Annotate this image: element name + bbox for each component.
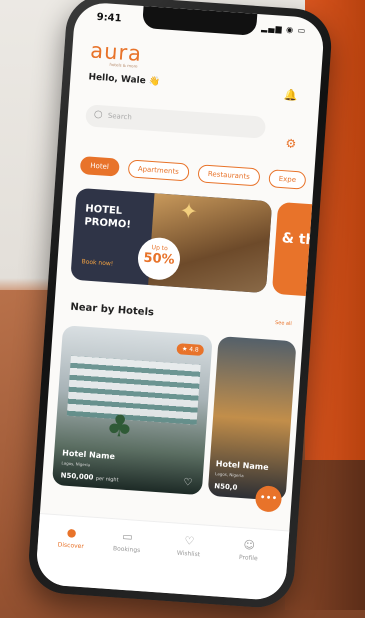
chip-restaurants[interactable]: Restaurants <box>197 164 261 187</box>
tab-discover[interactable]: ● Discover <box>46 525 97 551</box>
hotel-card-1[interactable]: ♣ ★ 4.8 Hotel Name Lagos, Nigeria N50,00… <box>51 325 213 496</box>
search-icon: ○ <box>93 108 104 121</box>
chip-apartments[interactable]: Apartments <box>127 159 190 182</box>
search-input[interactable]: ○ Search <box>85 104 267 139</box>
tab-wishlist[interactable]: ♡ Wishlist <box>163 533 214 559</box>
category-chips: Hotel Apartments Restaurants Expe <box>79 152 311 190</box>
phone-device: 9:41 ▂▄▆ ◉ ▭ aura hotels & more Hello, W… <box>26 0 334 610</box>
user-icon: ☺ <box>243 538 256 553</box>
tab-bookings[interactable]: ▭ Bookings <box>101 528 152 554</box>
heart-icon[interactable]: ♡ <box>183 477 193 489</box>
tab-label: Discover <box>57 541 85 551</box>
promo-banner[interactable]: ✦ HOTEL PROMO! Book now! Up to 50% <box>70 187 273 294</box>
hotel-price: N50,0 <box>213 482 238 492</box>
hotel-name: Hotel Name <box>215 459 269 472</box>
nearby-title: Near by Hotels <box>70 301 155 319</box>
see-all-link[interactable]: See all <box>275 320 292 327</box>
tab-label: Profile <box>238 554 258 563</box>
status-icons: ▂▄▆ ◉ ▭ <box>260 23 307 36</box>
promo-book-link[interactable]: Book now! <box>81 258 113 267</box>
tab-label: Wishlist <box>176 549 201 559</box>
hotel-price: N50,000 per night <box>60 471 118 483</box>
greeting-text: Hello, Wale 👋 <box>88 72 161 88</box>
price-unit: per night <box>95 475 119 484</box>
status-time: 9:41 <box>96 11 122 25</box>
ticket-icon: ▭ <box>121 529 134 544</box>
palm-tree-icon: ♣ <box>104 408 135 446</box>
compass-icon: ● <box>66 525 77 540</box>
chandelier-icon: ✦ <box>178 199 199 226</box>
app-logo-tagline: hotels & more <box>109 61 138 69</box>
heart-icon: ♡ <box>183 534 195 548</box>
promo-title: HOTEL PROMO! <box>83 203 132 231</box>
hotel-location: Lagos, Nigeria <box>61 460 91 468</box>
chat-icon: ••• <box>259 492 278 505</box>
chip-experiences[interactable]: Expe <box>268 169 307 190</box>
search-placeholder: Search <box>107 111 133 122</box>
phone-screen: 9:41 ▂▄▆ ◉ ▭ aura hotels & more Hello, W… <box>35 1 326 602</box>
price-value: N50,000 <box>60 471 94 482</box>
tab-label: Bookings <box>112 545 141 555</box>
hotel-location: Lagos, Nigeria <box>214 471 244 479</box>
tab-profile[interactable]: ☺ Profile <box>223 537 274 563</box>
filter-icon[interactable]: ⚙ <box>285 136 297 151</box>
chat-button[interactable]: ••• <box>254 485 283 513</box>
rating-badge: ★ 4.8 <box>176 343 205 357</box>
hotel-card-2[interactable]: Hotel Name Lagos, Nigeria N50,0 <box>207 336 297 502</box>
bell-icon[interactable]: 🔔 <box>284 88 299 102</box>
badge-percent: 50% <box>142 250 176 268</box>
chip-hotel[interactable]: Hotel <box>79 156 120 177</box>
hotel-name: Hotel Name <box>61 448 116 462</box>
